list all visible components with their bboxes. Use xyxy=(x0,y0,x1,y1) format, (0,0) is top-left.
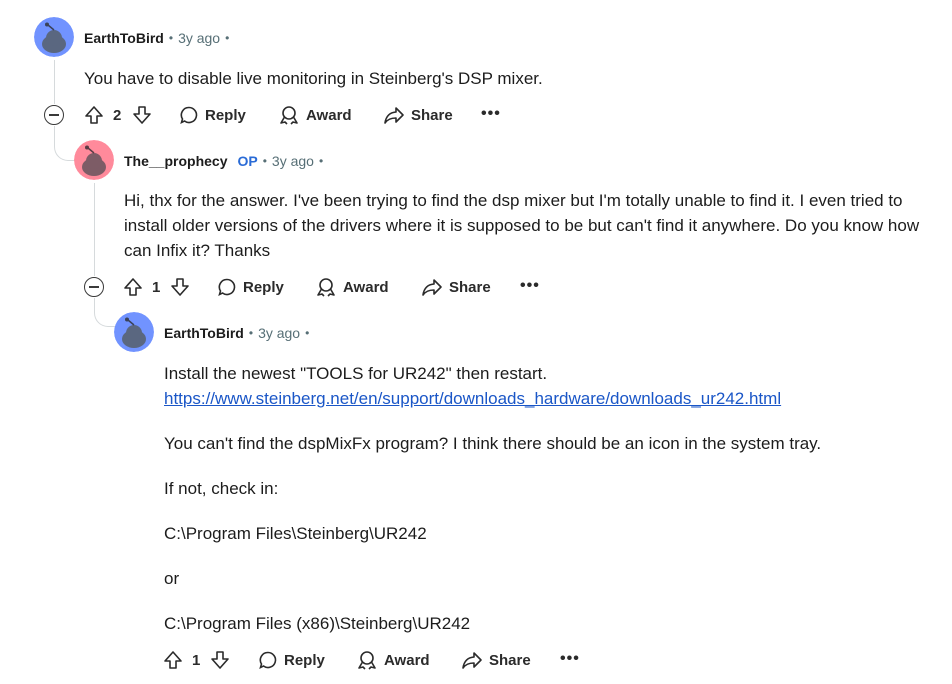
comment-paragraph: You can't find the dspMixFx program? I t… xyxy=(164,434,822,453)
timestamp[interactable]: 3y ago xyxy=(178,30,220,46)
comment-paragraph: Install the newest "TOOLS for UR242" the… xyxy=(164,364,548,383)
comment-paragraph: C:\Program Files (x86)\Steinberg\UR242 xyxy=(164,614,471,633)
award-button[interactable]: Award xyxy=(315,272,389,302)
thread-connector xyxy=(94,306,115,327)
comment-meta: EarthToBird • 3y ago • xyxy=(84,28,234,48)
comment-actions: 1 Reply Award Share ••• xyxy=(0,645,952,677)
download-link[interactable]: https://www.steinberg.net/en/support/dow… xyxy=(164,389,781,408)
share-button[interactable]: Share xyxy=(461,645,531,675)
thread-connector xyxy=(54,140,75,161)
more-options-button[interactable]: ••• xyxy=(560,648,580,678)
more-options-button[interactable]: ••• xyxy=(520,275,540,305)
separator-dot: • xyxy=(318,154,324,168)
downvote-button[interactable] xyxy=(131,100,153,130)
separator-dot: • xyxy=(248,326,254,340)
downvote-icon xyxy=(211,651,229,669)
comment-paragraph-line: Hi, thx for the answer. I've been trying… xyxy=(124,191,903,210)
username[interactable]: EarthToBird xyxy=(84,30,164,46)
timestamp[interactable]: 3y ago xyxy=(272,153,314,169)
award-button[interactable]: Award xyxy=(278,100,352,130)
separator-dot: • xyxy=(305,326,310,340)
avatar[interactable] xyxy=(114,312,154,352)
comment-bubble-icon xyxy=(180,106,198,125)
op-badge: OP xyxy=(237,153,258,169)
reply-label: Reply xyxy=(243,278,284,296)
share-button[interactable]: Share xyxy=(421,272,491,302)
username[interactable]: The__prophecy xyxy=(124,153,227,169)
upvote-button[interactable] xyxy=(162,645,184,675)
award-icon xyxy=(317,278,335,297)
comment-paragraph: You have to disable live monitoring in S… xyxy=(84,69,543,88)
award-label: Award xyxy=(384,651,430,669)
share-label: Share xyxy=(489,651,531,669)
reply-button[interactable]: Reply xyxy=(179,100,246,130)
share-icon xyxy=(422,279,442,296)
downvote-icon xyxy=(133,106,151,124)
upvote-icon xyxy=(85,106,103,124)
upvote-icon xyxy=(124,278,142,296)
username[interactable]: EarthToBird xyxy=(164,325,244,341)
upvote-icon xyxy=(164,651,182,669)
downvote-icon xyxy=(171,278,189,296)
timestamp[interactable]: 3y ago xyxy=(258,325,300,341)
comment-paragraph: C:\Program Files\Steinberg\UR242 xyxy=(164,524,427,543)
award-icon xyxy=(280,106,298,125)
thread-line xyxy=(94,183,95,276)
avatar[interactable] xyxy=(74,140,114,180)
comment-paragraph: or xyxy=(164,569,180,588)
vote-count: 1 xyxy=(192,652,201,669)
downvote-button[interactable] xyxy=(209,645,231,675)
vote-count: 2 xyxy=(113,107,122,124)
comment-body: Hi, thx for the answer. I've been trying… xyxy=(124,188,919,263)
comment-meta: EarthToBird • 3y ago • xyxy=(164,323,314,343)
share-button[interactable]: Share xyxy=(383,100,453,130)
comment-body: Install the newest "TOOLS for UR242" the… xyxy=(164,361,821,636)
separator-dot: • xyxy=(225,31,230,45)
comment-meta: The__prophecy OP • 3y ago • xyxy=(124,151,328,171)
reply-button[interactable]: Reply xyxy=(217,272,284,302)
downvote-button[interactable] xyxy=(169,272,191,302)
comment-bubble-icon xyxy=(218,278,236,297)
collapse-thread-button[interactable] xyxy=(44,105,64,125)
share-icon xyxy=(462,652,482,669)
comment-paragraph-line: can Infix it? Thanks xyxy=(124,241,271,260)
award-label: Award xyxy=(343,278,389,296)
comment-paragraph-line: install older versions of the drivers wh… xyxy=(124,216,920,235)
share-label: Share xyxy=(411,106,453,124)
separator-dot: • xyxy=(262,154,267,168)
share-icon xyxy=(384,107,404,124)
upvote-button[interactable] xyxy=(122,272,144,302)
comment-actions: 1 Reply Award Share ••• xyxy=(0,272,952,304)
upvote-button[interactable] xyxy=(83,100,105,130)
vote-count: 1 xyxy=(152,279,161,296)
separator-dot: • xyxy=(168,31,174,45)
reply-label: Reply xyxy=(284,651,325,669)
thread-line xyxy=(54,60,55,104)
comment-body: You have to disable live monitoring in S… xyxy=(84,66,543,91)
comment-bubble-icon xyxy=(259,651,277,670)
award-label: Award xyxy=(306,106,352,124)
award-icon xyxy=(358,651,376,670)
avatar[interactable] xyxy=(34,17,74,57)
award-button[interactable]: Award xyxy=(356,645,430,675)
share-label: Share xyxy=(449,278,491,296)
reply-button[interactable]: Reply xyxy=(258,645,325,675)
reply-label: Reply xyxy=(205,106,246,124)
collapse-thread-button[interactable] xyxy=(84,277,104,297)
more-options-button[interactable]: ••• xyxy=(481,103,501,133)
comment-paragraph: If not, check in: xyxy=(164,479,279,498)
comment-actions: 2 Reply Award Share ••• xyxy=(0,100,952,132)
